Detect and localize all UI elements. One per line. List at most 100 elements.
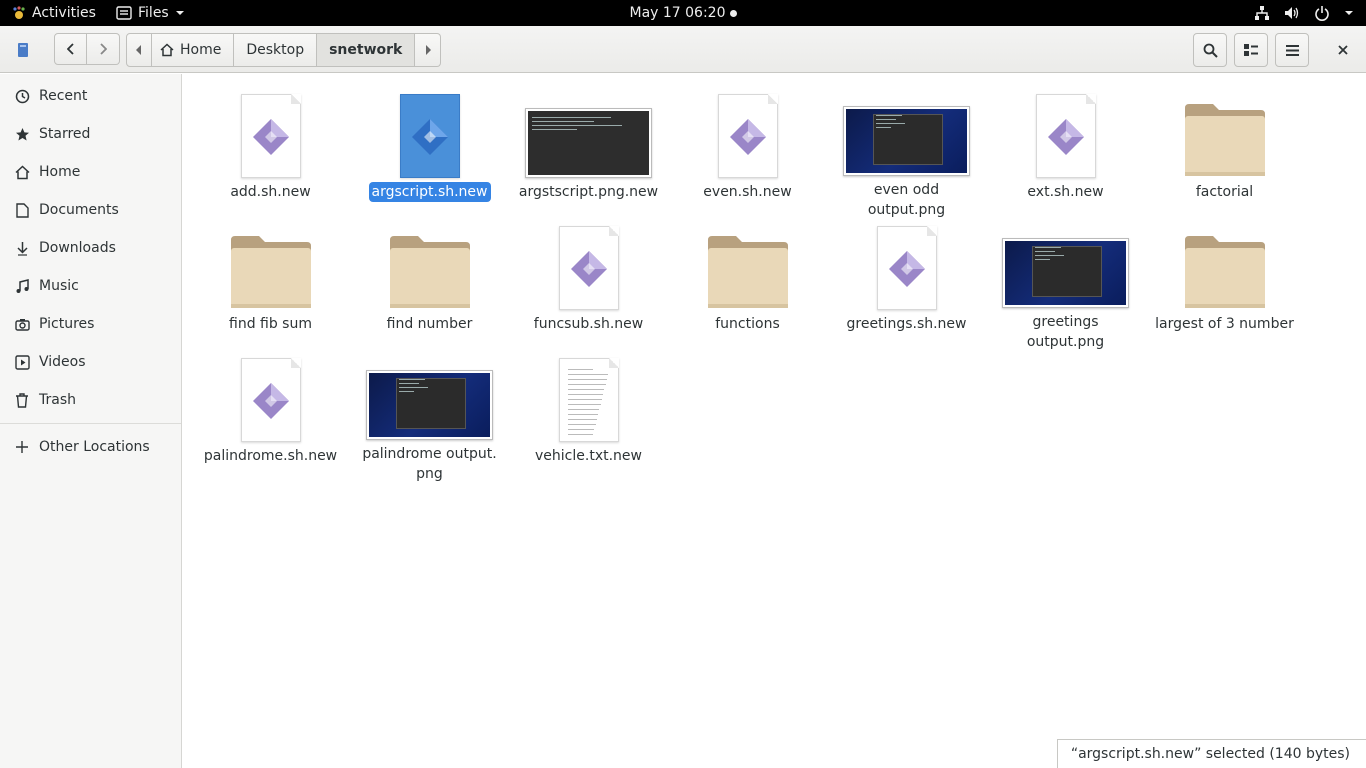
download-icon bbox=[14, 240, 30, 256]
view-toggle-button[interactable] bbox=[1234, 33, 1268, 67]
image-thumbnail bbox=[525, 108, 652, 178]
path-desktop[interactable]: Desktop bbox=[234, 33, 318, 67]
volume-icon bbox=[1285, 7, 1299, 19]
file-item[interactable]: ext.sh.new bbox=[986, 88, 1145, 220]
music-icon bbox=[14, 278, 30, 294]
sidebar-item-downloads[interactable]: Downloads bbox=[0, 229, 181, 267]
network-icon bbox=[1255, 6, 1269, 20]
sidebar: Recent Starred Home Documents Downloads … bbox=[0, 74, 182, 768]
sidebar-item-label: Starred bbox=[39, 126, 91, 142]
video-icon bbox=[14, 354, 30, 370]
activities-button[interactable]: Activities bbox=[0, 5, 108, 21]
close-icon bbox=[1338, 45, 1348, 55]
file-name: vehicle.txt.new bbox=[535, 448, 642, 464]
folder-item[interactable]: functions bbox=[668, 220, 827, 352]
folder-icon bbox=[707, 236, 788, 308]
file-name: largest of 3 number bbox=[1155, 316, 1294, 332]
notification-dot bbox=[729, 9, 737, 17]
search-icon bbox=[1203, 43, 1218, 58]
sidebar-item-other-locations[interactable]: Other Locations bbox=[0, 428, 181, 466]
file-name: even.sh.new bbox=[703, 184, 792, 200]
trash-icon bbox=[14, 392, 30, 408]
text-file-icon bbox=[558, 358, 619, 442]
sidebar-item-videos[interactable]: Videos bbox=[0, 343, 181, 381]
folder-icon bbox=[230, 236, 311, 308]
sidebar-item-documents[interactable]: Documents bbox=[0, 191, 181, 229]
file-item[interactable]: even.sh.new bbox=[668, 88, 827, 220]
close-button[interactable] bbox=[1326, 33, 1360, 67]
plus-icon bbox=[14, 439, 30, 455]
file-name: greetings.sh.new bbox=[846, 316, 967, 332]
clock-icon bbox=[14, 88, 30, 104]
sidebar-item-recent[interactable]: Recent bbox=[0, 77, 181, 115]
sidebar-item-trash[interactable]: Trash bbox=[0, 381, 181, 419]
file-name: funcsub.sh.new bbox=[533, 316, 644, 332]
selection-status: “argscript.sh.new” selected (140 bytes) bbox=[1056, 739, 1366, 768]
file-item[interactable]: add.sh.new bbox=[191, 88, 350, 220]
file-item[interactable]: funcsub.sh.new bbox=[509, 220, 668, 352]
clock-label: May 17 06:20 bbox=[629, 5, 726, 21]
system-status-area[interactable] bbox=[1254, 0, 1354, 26]
list-view-icon bbox=[1244, 44, 1258, 56]
path-scroll-right[interactable] bbox=[415, 33, 442, 67]
forward-button[interactable] bbox=[87, 33, 120, 65]
script-file-icon bbox=[1035, 94, 1096, 178]
image-thumbnail bbox=[1002, 238, 1129, 308]
path-bar: Home Desktop snetwork bbox=[126, 33, 442, 67]
folder-item[interactable]: factorial bbox=[1145, 88, 1304, 220]
back-button[interactable] bbox=[54, 33, 87, 65]
file-name: functions bbox=[715, 316, 780, 332]
script-file-icon bbox=[717, 94, 778, 178]
file-name: add.sh.new bbox=[230, 184, 311, 200]
files-app-icon bbox=[116, 6, 132, 20]
sidebar-item-starred[interactable]: Starred bbox=[0, 115, 181, 153]
menu-button[interactable] bbox=[1275, 33, 1309, 67]
triangle-left-icon bbox=[136, 45, 141, 55]
file-item[interactable]: vehicle.txt.new bbox=[509, 352, 668, 484]
script-file-icon bbox=[399, 94, 460, 178]
script-file-icon bbox=[876, 226, 937, 310]
home-icon bbox=[160, 43, 174, 57]
sidebar-toggle[interactable] bbox=[8, 34, 38, 66]
file-name: argstscript.png.new bbox=[518, 184, 659, 200]
file-item[interactable]: greetings output.png bbox=[986, 220, 1145, 352]
header-bar: Home Desktop snetwork bbox=[0, 26, 1366, 73]
chevron-down-icon bbox=[175, 11, 184, 15]
chevron-left-icon bbox=[66, 43, 74, 55]
clock[interactable]: May 17 06:20 bbox=[629, 5, 737, 21]
search-button[interactable] bbox=[1193, 33, 1227, 67]
gnome-foot-icon bbox=[13, 6, 25, 19]
file-item[interactable]: palindrome.sh.new bbox=[191, 352, 350, 484]
file-item[interactable]: palindrome output. png bbox=[350, 352, 509, 484]
triangle-right-icon bbox=[425, 45, 431, 55]
path-desktop-label: Desktop bbox=[246, 42, 305, 58]
sidebar-item-music[interactable]: Music bbox=[0, 267, 181, 305]
file-item[interactable]: argstscript.png.new bbox=[509, 88, 668, 220]
folder-item[interactable]: largest of 3 number bbox=[1145, 220, 1304, 352]
file-view[interactable]: add.sh.new argscript.sh.new argstscript.pn… bbox=[183, 74, 1366, 768]
path-scroll-left[interactable] bbox=[126, 33, 152, 67]
path-current[interactable]: snetwork bbox=[317, 33, 416, 67]
home-icon bbox=[14, 164, 30, 180]
file-grid: add.sh.new argscript.sh.new argstscript.pn… bbox=[191, 88, 1304, 484]
file-name: factorial bbox=[1195, 184, 1254, 200]
folder-item[interactable]: find number bbox=[350, 220, 509, 352]
script-file-icon bbox=[240, 358, 301, 442]
script-file-icon bbox=[558, 226, 619, 310]
file-item[interactable]: greetings.sh.new bbox=[827, 220, 986, 352]
path-home[interactable]: Home bbox=[152, 33, 235, 67]
file-item[interactable]: argscript.sh.new bbox=[350, 88, 509, 220]
image-thumbnail bbox=[843, 106, 970, 176]
path-home-label: Home bbox=[180, 42, 222, 58]
sidebar-item-label: Documents bbox=[39, 202, 119, 218]
sidebar-item-pictures[interactable]: Pictures bbox=[0, 305, 181, 343]
image-thumbnail bbox=[366, 370, 493, 440]
folder-item[interactable]: find fib sum bbox=[191, 220, 350, 352]
sidebar-item-home[interactable]: Home bbox=[0, 153, 181, 191]
folder-icon bbox=[1184, 104, 1265, 176]
selection-status-label: “argscript.sh.new” selected (140 bytes) bbox=[1070, 746, 1350, 762]
app-menu[interactable]: Files bbox=[108, 5, 185, 21]
path-current-label: snetwork bbox=[329, 42, 403, 58]
file-item[interactable]: even odd output.png bbox=[827, 88, 986, 220]
sidebar-item-label: Downloads bbox=[39, 240, 116, 256]
